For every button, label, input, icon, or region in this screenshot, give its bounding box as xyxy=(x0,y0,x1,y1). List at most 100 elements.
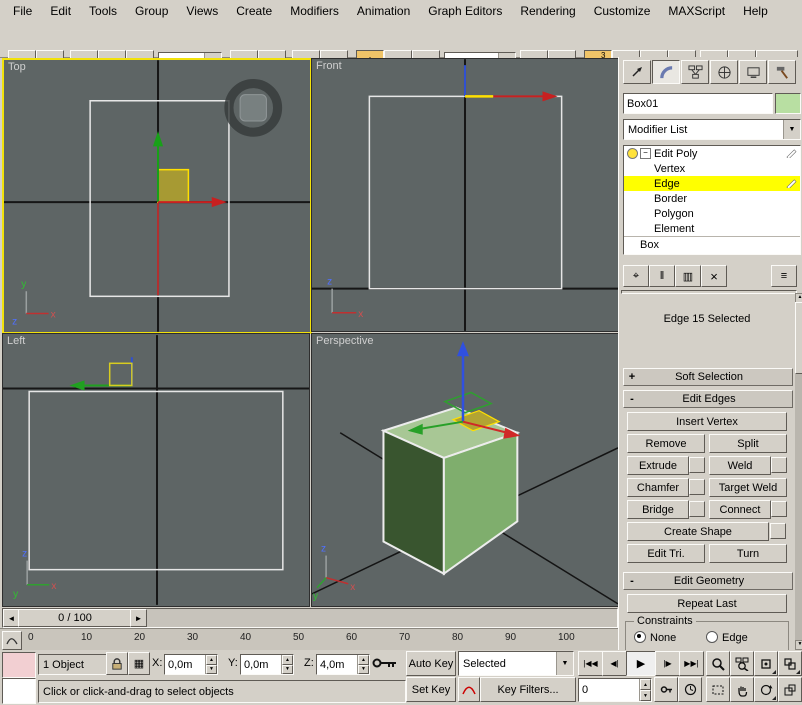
remove-modifier-button[interactable]: × xyxy=(701,265,727,287)
extrude-button[interactable]: Extrude xyxy=(627,456,689,475)
scroll-down-icon[interactable]: ▼ xyxy=(795,640,802,650)
stack-item-box[interactable]: Box xyxy=(624,236,800,252)
rollout-edit-edges[interactable]: - Edit Edges xyxy=(623,390,793,408)
tab-display[interactable] xyxy=(739,60,767,84)
menu-help[interactable]: Help xyxy=(734,1,777,21)
menu-customize[interactable]: Customize xyxy=(585,1,660,21)
play-animation-button[interactable]: ▶ xyxy=(626,651,656,676)
rollout-edit-geometry[interactable]: - Edit Geometry xyxy=(623,572,793,590)
key-mode-toggle-button[interactable] xyxy=(654,677,678,702)
spin-up-icon[interactable]: ▲ xyxy=(358,655,369,665)
split-button[interactable]: Split xyxy=(709,434,787,453)
next-frame-button[interactable]: |▶ xyxy=(655,651,680,676)
stack-item-edit-poly[interactable]: − Edit Poly xyxy=(624,146,800,161)
maxscript-listener-white[interactable] xyxy=(2,678,36,704)
arc-rotate-button[interactable] xyxy=(754,677,778,702)
bridge-button[interactable]: Bridge xyxy=(627,500,689,519)
y-coordinate-field[interactable]: ▲▼ xyxy=(240,654,294,675)
x-spinner[interactable]: ▲ ▼ xyxy=(205,655,217,674)
maximize-viewport-toggle-button[interactable] xyxy=(778,677,802,702)
chevron-down-icon[interactable]: ▼ xyxy=(783,120,800,139)
menu-views[interactable]: Views xyxy=(177,1,227,21)
zoom-region-button[interactable] xyxy=(706,677,730,702)
menu-tools[interactable]: Tools xyxy=(80,1,126,21)
tab-modify[interactable] xyxy=(652,60,680,84)
stack-item-border[interactable]: Border xyxy=(624,191,800,206)
time-configuration-button[interactable] xyxy=(678,677,702,702)
menu-graph-editors[interactable]: Graph Editors xyxy=(419,1,511,21)
gizmo-plane-handle[interactable] xyxy=(157,168,190,203)
stack-item-element[interactable]: Element xyxy=(624,221,800,236)
viewport-left[interactable]: Left z y x xyxy=(2,333,310,607)
viewport-front-label[interactable]: Front xyxy=(316,60,342,72)
repeat-last-button[interactable]: Repeat Last xyxy=(627,594,787,613)
previous-frame-button[interactable]: ◀| xyxy=(602,651,627,676)
weld-settings-button[interactable] xyxy=(771,457,787,473)
z-coordinate-field[interactable]: ▲▼ xyxy=(316,654,370,675)
time-slider-track[interactable]: ◄ 0 / 100 ► xyxy=(2,608,618,628)
panel-scrollbar[interactable]: ▲ ▼ xyxy=(795,293,802,650)
z-coordinate-input[interactable] xyxy=(317,655,357,674)
extrude-settings-button[interactable] xyxy=(689,457,705,473)
z-spinner[interactable]: ▲ ▼ xyxy=(357,655,369,674)
tab-create[interactable] xyxy=(623,60,651,84)
menu-animation[interactable]: Animation xyxy=(348,1,419,21)
spin-up-icon[interactable]: ▲ xyxy=(640,679,651,690)
new-key-filter-curve-button[interactable] xyxy=(458,677,480,702)
viewport-top[interactable]: Top y x z xyxy=(2,58,312,334)
y-spinner[interactable]: ▲ ▼ xyxy=(281,655,293,674)
gizmo-z-arrow[interactable] xyxy=(456,341,470,357)
viewport-perspective-label[interactable]: Perspective xyxy=(316,335,373,347)
connect-button[interactable]: Connect xyxy=(709,500,771,519)
set-key-button[interactable]: Set Key xyxy=(406,677,456,702)
menu-maxscript[interactable]: MAXScript xyxy=(659,1,734,21)
key-filter-mode-dropdown[interactable]: Selected ▼ xyxy=(458,651,574,676)
absolute-offset-mode-button[interactable]: ▦ xyxy=(128,652,150,675)
current-frame-input[interactable] xyxy=(579,679,639,701)
stack-item-edge[interactable]: Edge xyxy=(624,176,800,191)
edit-tri-button[interactable]: Edit Tri. xyxy=(627,544,705,563)
stack-item-polygon[interactable]: Polygon xyxy=(624,206,800,221)
spin-up-icon[interactable]: ▲ xyxy=(206,655,217,665)
create-shape-button[interactable]: Create Shape xyxy=(627,522,769,541)
chamfer-button[interactable]: Chamfer xyxy=(627,478,689,497)
object-color-swatch[interactable] xyxy=(775,93,801,114)
time-slider-handle[interactable]: 0 / 100 xyxy=(18,609,132,627)
go-to-end-button[interactable]: ▶▶| xyxy=(679,651,704,676)
time-slider-right-arrow[interactable]: ► xyxy=(130,609,147,627)
gizmo-y-arrow[interactable] xyxy=(152,131,164,147)
make-unique-button[interactable]: ▥ xyxy=(675,265,701,287)
spin-down-icon[interactable]: ▼ xyxy=(282,664,293,674)
turn-button[interactable]: Turn xyxy=(709,544,787,563)
viewport-perspective[interactable]: Perspective z x y xyxy=(311,333,619,607)
viewport-left-label[interactable]: Left xyxy=(7,335,25,347)
spin-down-icon[interactable]: ▼ xyxy=(640,690,651,701)
remove-button[interactable]: Remove xyxy=(627,434,705,453)
rollout-soft-selection[interactable]: + Soft Selection xyxy=(623,368,793,386)
maxscript-listener-pink[interactable] xyxy=(2,652,36,678)
viewport-front[interactable]: Front z x xyxy=(311,58,619,332)
menu-edit[interactable]: Edit xyxy=(41,1,80,21)
track-bar[interactable]: 0 10 20 30 40 50 60 70 80 90 100 xyxy=(0,628,618,652)
current-frame-field[interactable]: ▲▼ xyxy=(578,678,652,702)
pin-stack-button[interactable]: ⌖ xyxy=(623,265,649,287)
zoom-extents-all-button[interactable] xyxy=(778,651,802,676)
spin-down-icon[interactable]: ▼ xyxy=(206,664,217,674)
zoom-extents-button[interactable] xyxy=(754,651,778,676)
constraint-none-radio[interactable]: None xyxy=(634,631,676,644)
stack-item-vertex[interactable]: Vertex xyxy=(624,161,800,176)
bridge-settings-button[interactable] xyxy=(689,501,705,517)
spin-down-icon[interactable]: ▼ xyxy=(358,664,369,674)
chevron-down-icon[interactable]: ▼ xyxy=(556,652,573,675)
key-filters-button[interactable]: Key Filters... xyxy=(480,677,576,702)
x-coordinate-field[interactable]: ▲▼ xyxy=(164,654,218,675)
pan-view-button[interactable] xyxy=(730,677,754,702)
connect-settings-button[interactable] xyxy=(771,501,787,517)
frame-spinner[interactable]: ▲ ▼ xyxy=(639,679,651,701)
object-name-input[interactable] xyxy=(624,94,772,113)
menu-create[interactable]: Create xyxy=(227,1,281,21)
box-right-face[interactable] xyxy=(442,431,519,576)
chamfer-settings-button[interactable] xyxy=(689,479,705,495)
create-shape-settings-button[interactable] xyxy=(770,523,786,539)
menu-file[interactable]: File xyxy=(4,1,41,21)
